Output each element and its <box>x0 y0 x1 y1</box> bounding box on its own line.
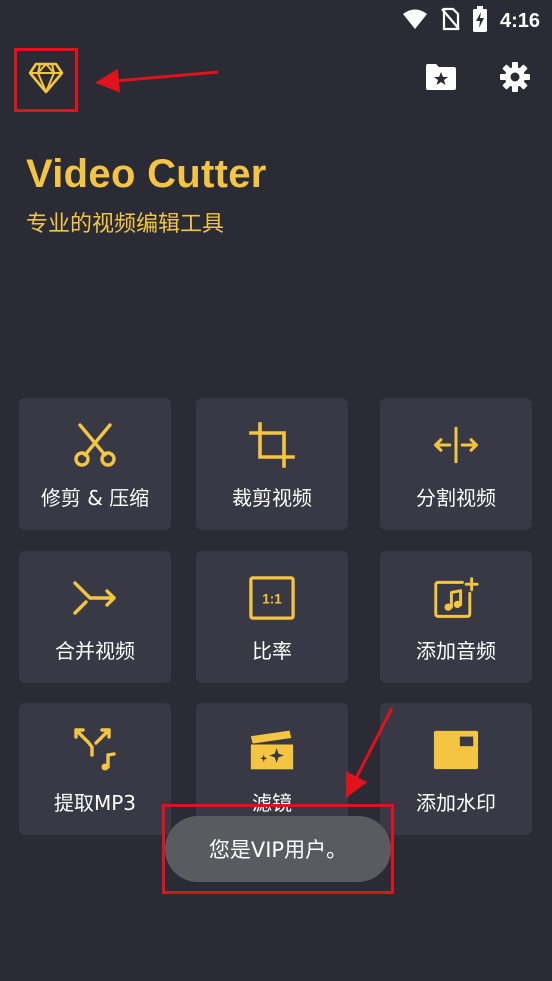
annotation-arrow-vip <box>95 68 219 93</box>
annotation-arrows <box>95 68 394 799</box>
annotation-arrow-toast <box>345 707 394 799</box>
